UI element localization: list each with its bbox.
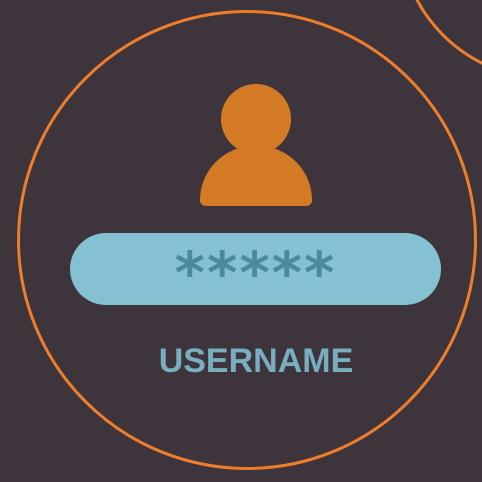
corner-ring-decoration — [398, 0, 482, 80]
user-icon-head — [221, 84, 291, 154]
password-mask: ***** — [174, 239, 337, 305]
login-illustration: ***** USERNAME — [0, 0, 482, 482]
password-field[interactable]: ***** — [70, 233, 441, 305]
username-label: USERNAME — [158, 342, 354, 380]
